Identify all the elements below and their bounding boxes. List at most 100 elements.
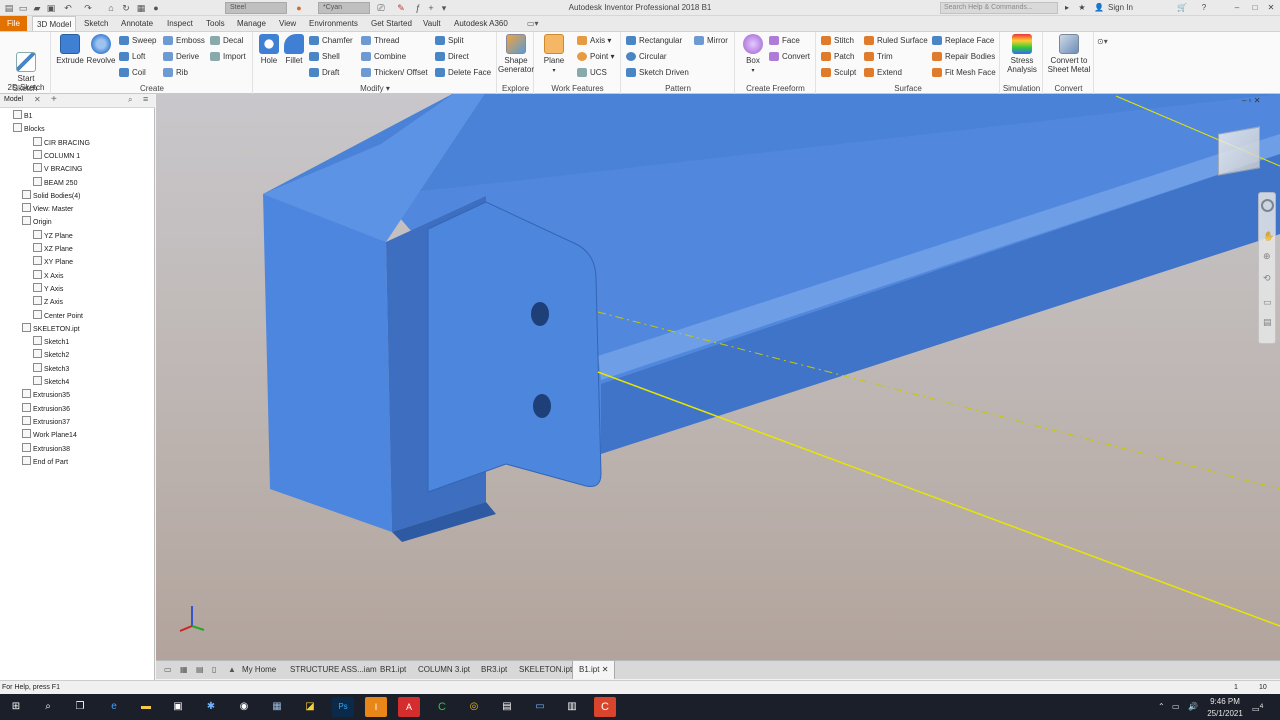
chamfer-button[interactable]: Chamfer xyxy=(309,34,353,47)
coil-button[interactable]: Coil xyxy=(119,66,146,79)
task-view-icon[interactable]: ❐ xyxy=(69,697,91,717)
close-button[interactable]: ✕ xyxy=(1264,1,1278,15)
loft-button[interactable]: Loft xyxy=(119,50,145,63)
app-menu-icon[interactable]: ▤ xyxy=(3,2,15,14)
edge-icon[interactable]: e xyxy=(103,697,125,717)
tab-vault[interactable]: Vault xyxy=(419,16,445,31)
inventor-taskbar-icon[interactable]: I xyxy=(365,697,387,717)
help-search-input[interactable]: Search Help & Commands... xyxy=(940,2,1058,14)
notification-icon[interactable]: ▭4 xyxy=(1252,694,1263,720)
tab-autodesk-a360[interactable]: Autodesk A360 xyxy=(450,16,512,31)
viewport-window-controls[interactable]: – ▫ ✕ xyxy=(1242,96,1260,105)
draft-button[interactable]: Draft xyxy=(309,66,339,79)
browser-tab-model[interactable]: Model xyxy=(4,96,23,103)
tree-item[interactable]: Sketch1 xyxy=(33,336,69,349)
save-icon[interactable]: ▣ xyxy=(45,2,57,14)
view-options-icon[interactable]: ▤ xyxy=(1263,317,1272,328)
import-button[interactable]: Import xyxy=(210,50,246,63)
ucs-button[interactable]: UCS xyxy=(577,66,607,79)
photoshop-icon[interactable]: Ps xyxy=(332,697,354,717)
steering-wheel-icon[interactable] xyxy=(1261,199,1274,212)
appearance-icon[interactable]: ● xyxy=(293,2,305,14)
tree-item[interactable]: XY Plane xyxy=(33,256,73,269)
ruled-surface-button[interactable]: Ruled Surface xyxy=(864,34,928,47)
patch-button[interactable]: Patch xyxy=(821,50,854,63)
tree-item[interactable]: Extrusion38 xyxy=(22,442,70,456)
replace-face-button[interactable]: Replace Face xyxy=(932,34,994,47)
store-icon[interactable]: ▣ xyxy=(167,697,189,717)
mirror-button[interactable]: Mirror xyxy=(694,34,728,47)
redo-icon[interactable]: ↷ xyxy=(82,2,94,14)
tree-item[interactable]: SKELETON.ipt xyxy=(22,322,80,336)
open-file-icon[interactable]: ▰ xyxy=(31,2,43,14)
direct-button[interactable]: Direct xyxy=(435,50,469,63)
search-arrow-icon[interactable]: ▸ xyxy=(1062,1,1072,15)
tree-item[interactable]: Sketch4 xyxy=(33,376,69,389)
settings-app-icon[interactable]: ✱ xyxy=(200,697,222,717)
tree-item[interactable]: Blocks xyxy=(13,123,45,136)
tree-item[interactable]: X Axis xyxy=(33,269,63,283)
ribbon-customize-icon[interactable]: ⊙▾ xyxy=(1097,35,1108,48)
volume-tray-icon[interactable]: 🔊 xyxy=(1188,694,1198,720)
windows-start-icon[interactable]: ⊞ xyxy=(5,697,27,717)
tab-3d-model[interactable]: 3D Model xyxy=(32,16,77,31)
calculator-icon[interactable]: ▦ xyxy=(266,697,288,717)
sketch-driven-pattern-button[interactable]: Sketch Driven xyxy=(626,66,689,79)
tab-inspect[interactable]: Inspect xyxy=(163,16,197,31)
tab-manage[interactable]: Manage xyxy=(233,16,270,31)
tree-item[interactable]: Extrusion35 xyxy=(22,389,70,402)
orbit-icon[interactable]: ⟲ xyxy=(1263,273,1271,284)
graphics-viewport[interactable]: ✋ ⊕ ⟲ ▭ ▤ – ▫ ✕ xyxy=(156,94,1280,660)
convert-to-sheet-metal-button[interactable]: Convert to Sheet Metal xyxy=(1044,34,1094,74)
combine-button[interactable]: Combine xyxy=(361,50,406,63)
delete-face-button[interactable]: Delete Face xyxy=(435,66,491,79)
home-icon[interactable]: ⌂ xyxy=(105,2,117,14)
axis-button[interactable]: Axis ▾ xyxy=(577,34,611,47)
minimize-button[interactable]: – xyxy=(1230,1,1244,15)
tree-item[interactable]: Solid Bodies(4) xyxy=(22,189,80,203)
ribbon-options-icon[interactable]: ▭▾ xyxy=(523,16,543,31)
network-app-icon[interactable]: ◉ xyxy=(233,697,255,717)
tree-item[interactable]: Sketch2 xyxy=(33,349,69,362)
doc-tab-column3[interactable]: COLUMN 3.ipt xyxy=(412,661,476,679)
thread-button[interactable]: Thread xyxy=(361,34,399,47)
fillet-button[interactable]: Fillet xyxy=(282,34,306,65)
customize-icon[interactable]: ▾ xyxy=(438,2,450,14)
tile-vertical-icon[interactable]: ▯ xyxy=(206,661,222,679)
doc-tab-br3[interactable]: BR3.ipt xyxy=(475,661,513,679)
rectangular-pattern-button[interactable]: Rectangular xyxy=(626,34,682,47)
tree-item[interactable]: XZ Plane xyxy=(33,243,73,256)
zoom-icon[interactable]: ⊕ xyxy=(1263,251,1271,262)
doc-tab-b1[interactable]: B1.ipt ✕ xyxy=(572,661,616,679)
fit-mesh-face-button[interactable]: Fit Mesh Face xyxy=(932,66,996,79)
extend-button[interactable]: Extend xyxy=(864,66,902,79)
emboss-button[interactable]: Emboss xyxy=(163,34,205,47)
look-at-icon[interactable]: ▭ xyxy=(1263,297,1272,308)
help-icon[interactable]: ? xyxy=(1198,1,1210,15)
tree-item[interactable]: YZ Plane xyxy=(33,229,73,243)
maximize-button[interactable]: □ xyxy=(1248,1,1262,15)
plane-button[interactable]: Plane ▾ xyxy=(538,34,570,76)
tree-item[interactable]: Y Axis xyxy=(33,282,63,296)
tab-tools[interactable]: Tools xyxy=(202,16,229,31)
tray-chevron-icon[interactable]: ⌃ xyxy=(1158,694,1165,720)
thicken-offset-button[interactable]: Thicken/ Offset xyxy=(361,66,428,79)
shell-button[interactable]: Shell xyxy=(309,50,340,63)
model-canvas[interactable] xyxy=(156,94,1280,660)
material-dropdown[interactable]: Steel xyxy=(225,2,287,14)
update-icon[interactable]: ↻ xyxy=(120,2,132,14)
tab-view[interactable]: View xyxy=(275,16,300,31)
network-tray-icon[interactable]: ▭ xyxy=(1172,694,1180,720)
freeform-face-button[interactable]: Face xyxy=(769,34,800,47)
sign-in-link[interactable]: Sign In xyxy=(1108,1,1138,15)
taskbar-search-icon[interactable]: ⌕ xyxy=(37,697,59,717)
tab-annotate[interactable]: Annotate xyxy=(117,16,157,31)
media-app-icon[interactable]: ▤ xyxy=(496,697,518,717)
material-icon[interactable]: ● xyxy=(150,2,162,14)
doc-tab-structure-assembly[interactable]: STRUCTURE ASS...iam xyxy=(284,661,383,679)
tree-item[interactable]: Work Plane14 xyxy=(22,429,77,442)
browser-search-icon[interactable]: ⌕ xyxy=(128,95,132,105)
utility-app-icon[interactable]: ▥ xyxy=(561,697,583,717)
doc-tab-skeleton[interactable]: SKELETON.ipt xyxy=(513,661,578,679)
user-icon[interactable]: 👤 xyxy=(1094,1,1104,15)
